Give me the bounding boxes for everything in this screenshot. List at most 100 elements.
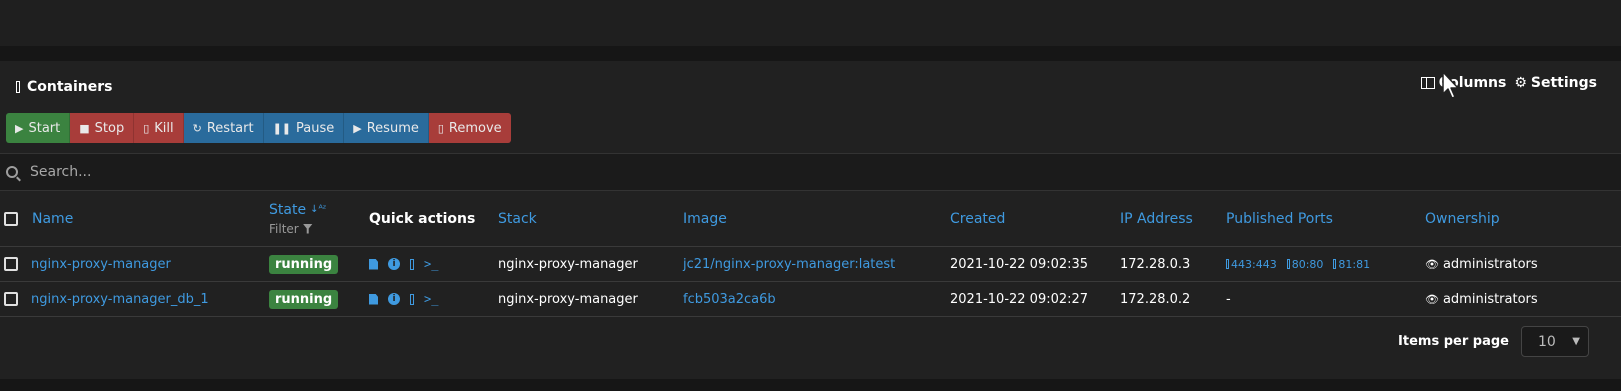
ownership-cell: 👁 administrators [1425,282,1538,316]
port-label: 80:80 [1291,257,1324,271]
stack-cell: nginx-proxy-manager [498,256,638,272]
image-link[interactable]: fcb503a2ca6b [683,282,776,316]
column-header-ownership[interactable]: Ownership [1425,191,1500,246]
top-bar [0,0,1621,46]
stats-icon[interactable] [410,258,414,270]
container-name-link[interactable]: nginx-proxy-manager_db_1 [31,282,209,316]
containers-table: Name State ↓ᴬᶻ Filter Quick actions Stac… [0,191,1621,317]
container-name-link[interactable]: nginx-proxy-manager [31,247,171,281]
status-badge: running [269,254,339,274]
port-label: 443:443 [1231,257,1277,271]
stack-cell: nginx-proxy-manager [498,291,638,307]
items-per-page-select[interactable]: 10 ▼ [1521,326,1589,357]
settings-button[interactable]: ⚙ Settings [1514,75,1597,91]
console-icon[interactable]: >_ [424,292,438,306]
select-all-checkbox[interactable] [4,211,18,226]
external-link-icon [1286,259,1290,269]
chevron-down-icon: ▼ [1572,336,1580,347]
created-cell: 2021-10-22 09:02:35 [950,256,1089,272]
search-bar [0,153,1621,191]
stats-icon[interactable] [410,293,414,305]
eye-slash-icon: 👁 [1425,257,1439,271]
table-row: nginx-proxy-manager_db_1 running i >_ ng… [0,282,1621,317]
refresh-icon: ↻ [192,121,202,135]
state-filter-label: Filter [269,221,299,236]
row-checkbox[interactable] [4,292,18,306]
row-checkbox[interactable] [4,257,18,271]
port-link[interactable]: 443:443 [1226,258,1277,271]
remove-label: Remove [448,120,502,136]
logs-icon[interactable] [369,258,378,270]
columns-icon [1420,77,1435,89]
column-header-image[interactable]: Image [683,191,727,246]
ownership-label: administrators [1442,291,1538,307]
column-header-stack[interactable]: Stack [498,191,537,246]
panel-title: Containers [16,77,113,97]
pause-label: Pause [296,120,335,136]
settings-label: Settings [1530,75,1597,91]
column-header-name[interactable]: Name [32,191,73,246]
bomb-icon: ▯ [143,121,150,135]
column-header-ports[interactable]: Published Ports [1226,191,1333,246]
restart-button[interactable]: ↻ Restart [183,113,264,143]
status-badge: running [269,289,339,309]
stop-label: Stop [94,120,125,136]
resume-label: Resume [366,120,419,136]
column-header-state[interactable]: State [269,202,306,218]
start-button[interactable]: ▶ Start [6,113,71,143]
mouse-cursor-icon [1442,71,1459,99]
image-link[interactable]: jc21/nginx-proxy-manager:latest [683,247,895,281]
stop-button[interactable]: ■ Stop [70,113,135,143]
column-header-state-cell: State ↓ᴬᶻ Filter [269,191,326,246]
created-cell: 2021-10-22 09:02:27 [950,291,1089,307]
table-row: nginx-proxy-manager running i >_ nginx-p… [0,247,1621,282]
ownership-cell: 👁 administrators [1425,247,1538,281]
quick-actions: i >_ [369,292,438,306]
restart-label: Restart [206,120,254,136]
column-header-quick-actions: Quick actions [369,210,476,227]
trash-icon: ▯ [437,121,444,135]
column-header-ip[interactable]: IP Address [1120,191,1193,246]
kill-button[interactable]: ▯ Kill [134,113,184,143]
items-per-page-label: Items per page [1398,334,1509,349]
cubes-icon [16,81,20,93]
kill-label: Kill [154,120,174,136]
resume-button[interactable]: ▶ Resume [344,113,429,143]
column-header-created[interactable]: Created [950,191,1005,246]
external-link-icon [1333,259,1337,269]
port-link[interactable]: 81:81 [1333,258,1370,271]
panel-title-text: Containers [27,79,113,95]
select-all-cell [4,191,18,246]
items-per-page-value: 10 [1538,333,1556,350]
pause-button[interactable]: ❚❚ Pause [263,113,345,143]
bottom-gap [0,379,1621,391]
containers-panel: Containers Columns ⚙ Settings ▶ Start ■ … [0,61,1621,379]
ownership-label: administrators [1442,256,1538,272]
external-link-icon [1226,259,1229,269]
container-actions-toolbar: ▶ Start ■ Stop ▯ Kill ↻ Restart ❚❚ Pause… [6,113,511,143]
table-header: Name State ↓ᴬᶻ Filter Quick actions Stac… [0,191,1621,247]
remove-button[interactable]: ▯ Remove [428,113,511,143]
columns-button[interactable]: Columns [1420,75,1506,91]
pagination: Items per page 10 ▼ [1398,326,1589,357]
logs-icon[interactable] [369,293,378,305]
gear-icon: ⚙ [1514,75,1527,91]
info-icon[interactable]: i [388,258,400,270]
section-gap [0,46,1621,61]
stop-icon: ■ [79,121,90,135]
play-icon: ▶ [353,121,362,135]
quick-actions: i >_ [369,257,438,271]
published-ports: 443:443 80:80 81:81 [1226,258,1370,271]
search-input[interactable] [30,164,630,180]
search-icon [6,166,18,178]
ip-cell: 172.28.0.3 [1120,256,1191,272]
info-icon[interactable]: i [388,293,400,305]
filter-icon [302,223,313,234]
play-icon: ▶ [15,121,24,135]
console-icon[interactable]: >_ [424,257,438,271]
pause-icon: ❚❚ [272,121,292,135]
ports-cell: - [1226,291,1231,307]
state-filter[interactable]: Filter [269,222,313,236]
sort-alpha-icon[interactable]: ↓ᴬᶻ [310,204,326,215]
port-link[interactable]: 80:80 [1286,257,1324,271]
